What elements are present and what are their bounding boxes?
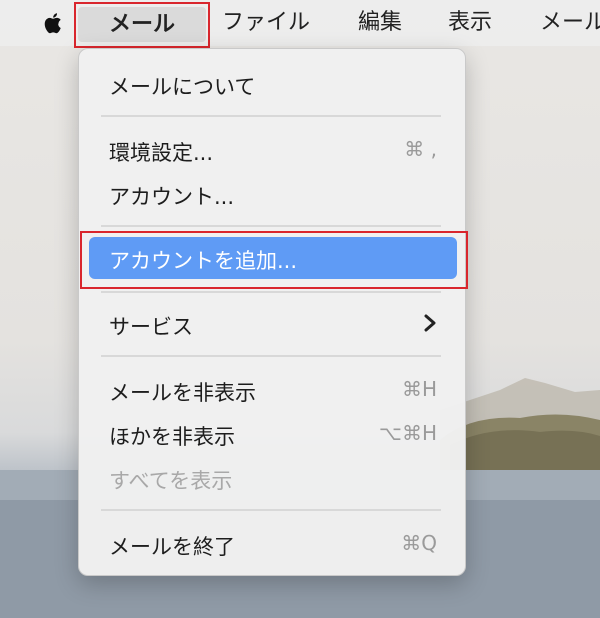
chevron-right-icon bbox=[423, 313, 437, 333]
menubar-edit-menu[interactable]: 編集 bbox=[358, 9, 402, 37]
menu-item-label: サービス bbox=[109, 315, 193, 339]
menu-item-preferences[interactable]: 環境設定... ⌘ , bbox=[87, 129, 459, 171]
menubar-mail-menu[interactable]: メール bbox=[74, 2, 210, 48]
menu-item-label: ほかを非表示 bbox=[109, 425, 235, 449]
menu-item-shortcut: ⌘Q bbox=[401, 531, 437, 555]
menu-item-shortcut: ⌘ , bbox=[404, 137, 437, 161]
menu-separator bbox=[101, 225, 441, 227]
menu-separator bbox=[101, 115, 441, 117]
menu-item-show-all: すべてを表示 bbox=[87, 457, 459, 499]
menu-item-accounts[interactable]: アカウント... bbox=[87, 173, 459, 215]
menu-item-about-mail[interactable]: メールについて bbox=[87, 63, 459, 105]
menu-item-label: メールを終了 bbox=[109, 535, 235, 559]
menubar-mail-label: メール bbox=[108, 12, 175, 37]
annotation-highlight-box bbox=[80, 231, 468, 289]
menu-item-label: メールを非表示 bbox=[109, 381, 256, 405]
menu-separator bbox=[101, 355, 441, 357]
menubar-view-menu[interactable]: 表示 bbox=[448, 9, 492, 37]
menu-item-label: すべてを表示 bbox=[109, 469, 233, 493]
menu-item-hide-mail[interactable]: メールを非表示 ⌘H bbox=[87, 369, 459, 411]
menu-item-label: 環境設定... bbox=[109, 141, 214, 165]
menu-item-hide-others[interactable]: ほかを非表示 ⌥⌘H bbox=[87, 413, 459, 455]
mail-dropdown-menu: メールについて 環境設定... ⌘ , アカウント... アカウントを追加...… bbox=[78, 48, 466, 576]
menu-separator bbox=[101, 291, 441, 293]
menu-item-shortcut: ⌘H bbox=[401, 377, 437, 401]
menu-bar: メール ファイル 編集 表示 メール bbox=[0, 0, 600, 48]
apple-logo-icon[interactable] bbox=[38, 8, 68, 38]
menu-separator bbox=[101, 509, 441, 511]
menu-item-services[interactable]: サービス bbox=[87, 303, 459, 345]
menubar-mailbox-menu[interactable]: メール bbox=[540, 9, 600, 37]
menu-item-quit-mail[interactable]: メールを終了 ⌘Q bbox=[87, 523, 459, 565]
menu-item-label: メールについて bbox=[109, 75, 256, 99]
menu-item-shortcut: ⌥⌘H bbox=[378, 421, 437, 445]
menubar-file-menu[interactable]: ファイル bbox=[222, 9, 310, 37]
menu-item-label: アカウント... bbox=[109, 185, 235, 209]
